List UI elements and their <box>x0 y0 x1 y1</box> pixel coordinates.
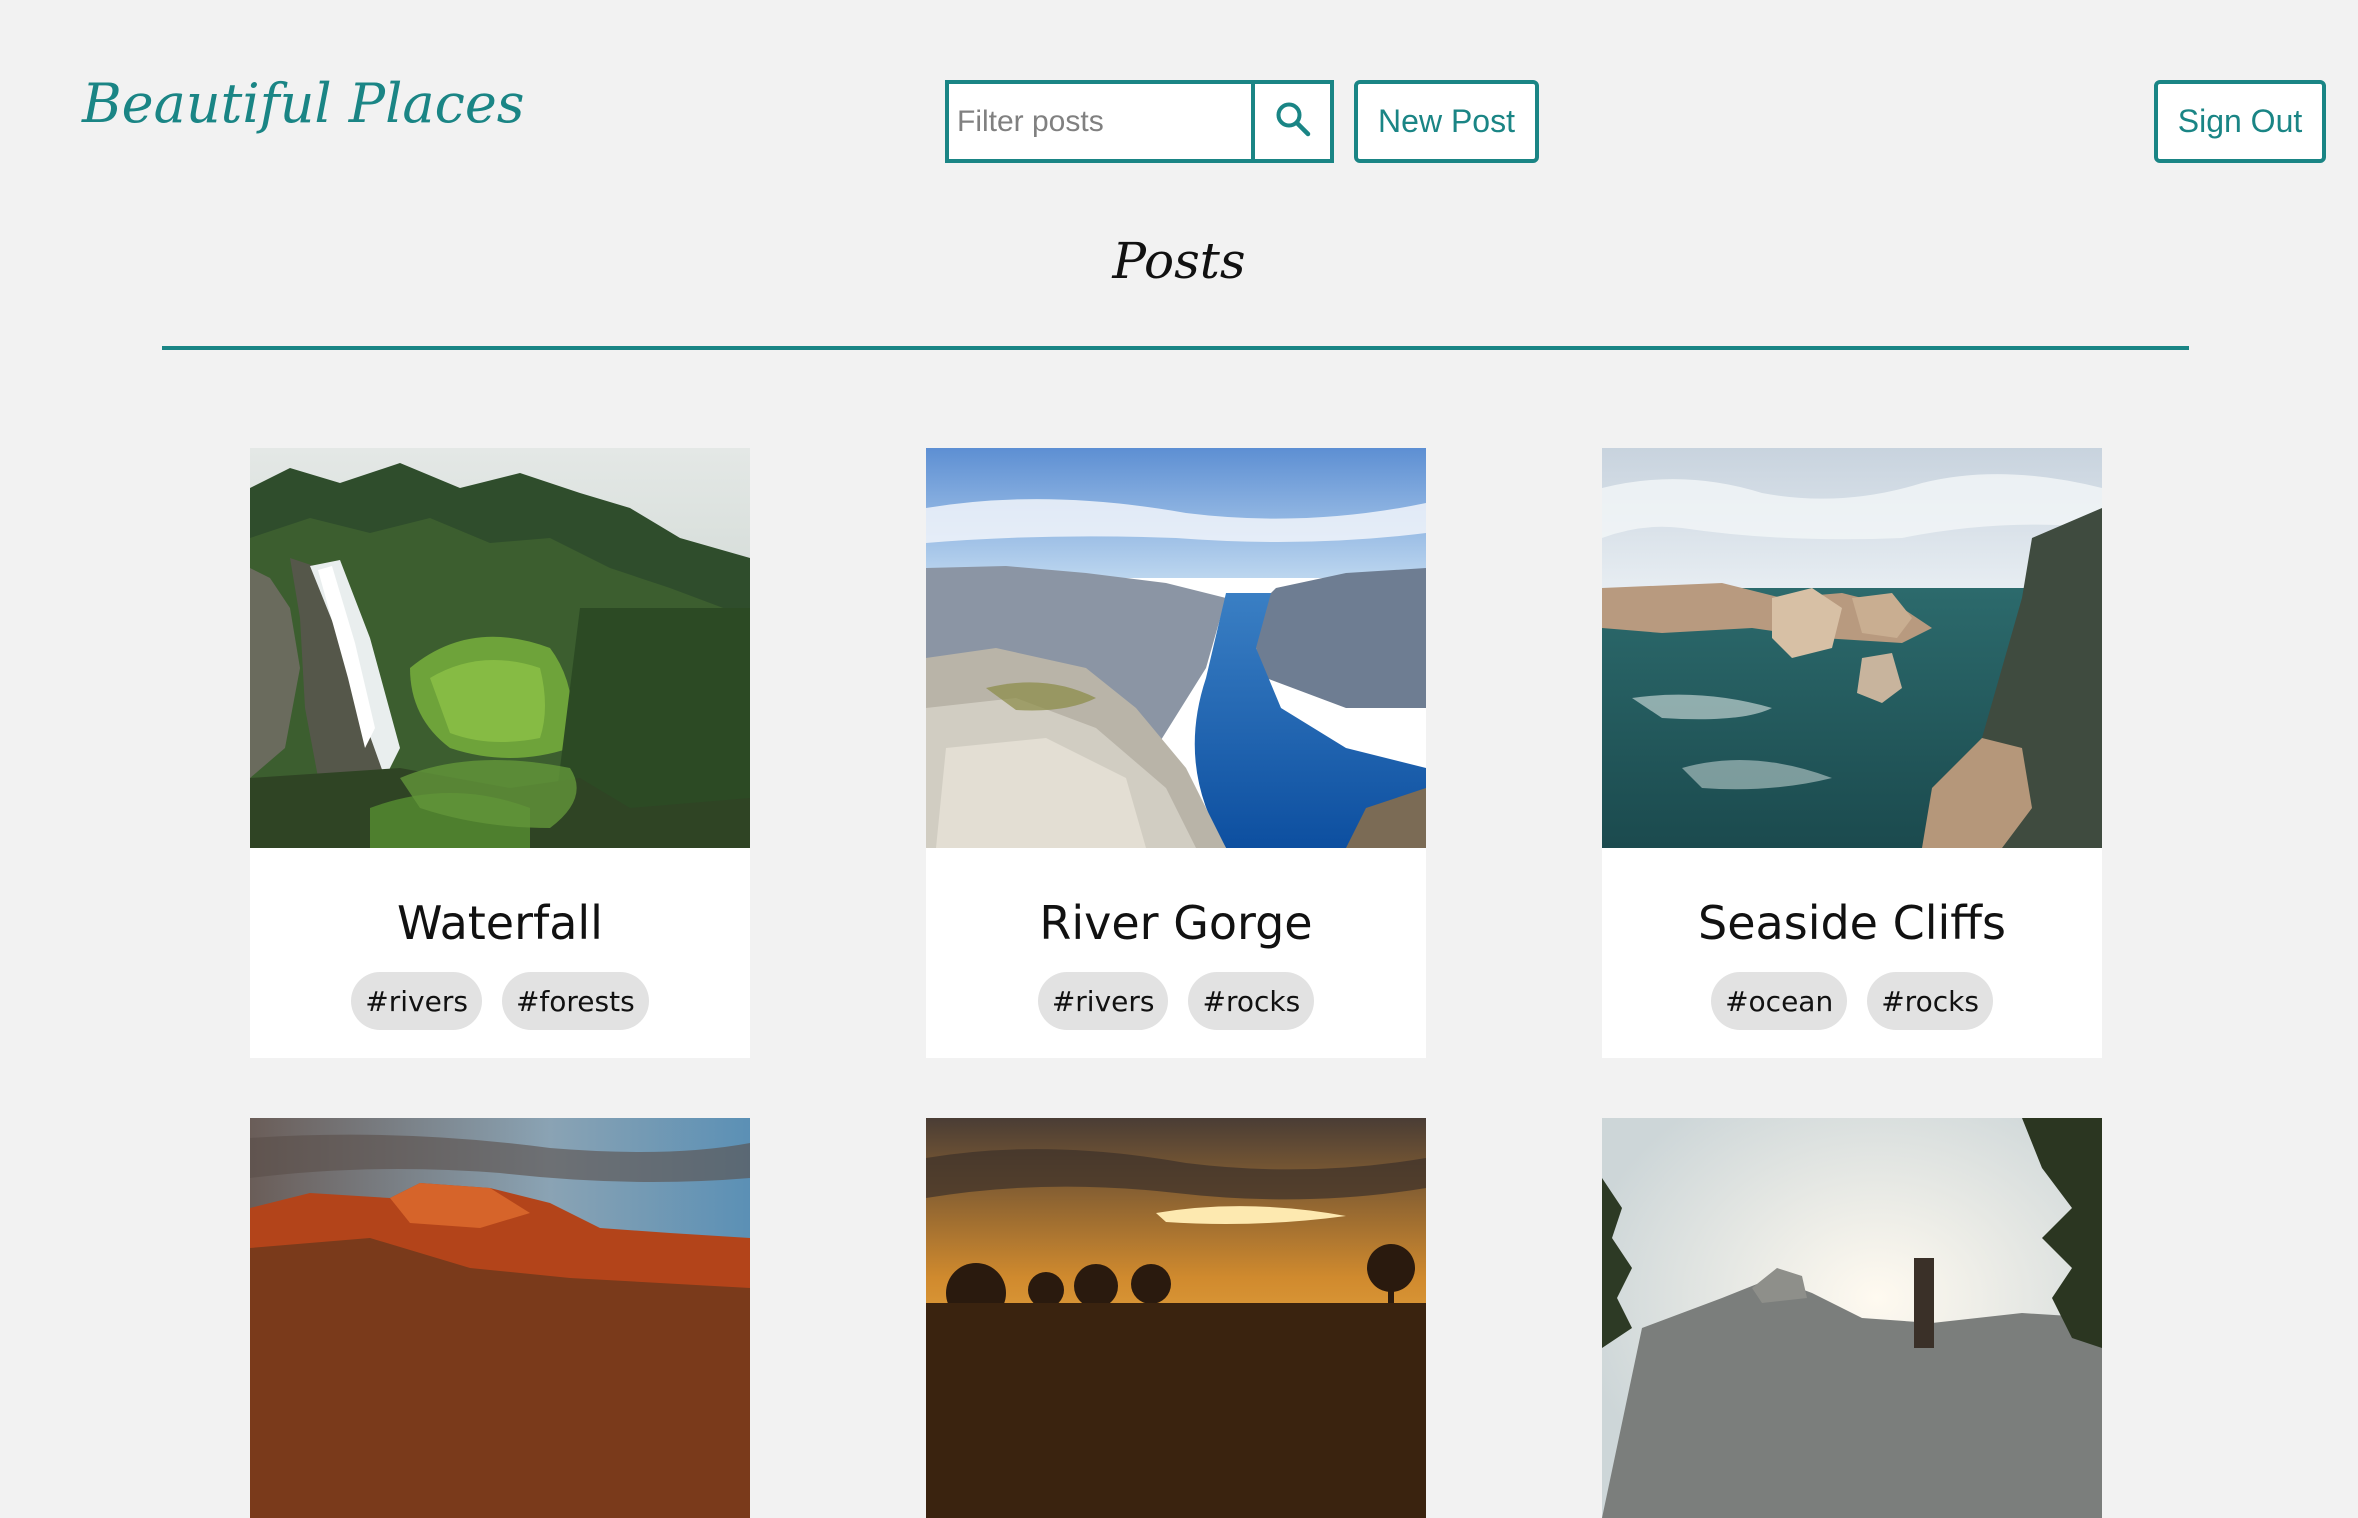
search-bar <box>945 80 1334 163</box>
post-card-sunset-trees[interactable] <box>926 1118 1426 1518</box>
tag-list: #rivers #rocks <box>926 972 1426 1030</box>
tag-chip[interactable]: #rocks <box>1867 972 1993 1030</box>
page-title: Posts <box>1112 232 1246 290</box>
sign-out-button[interactable]: Sign Out <box>2154 80 2326 163</box>
post-image-river-gorge[interactable] <box>926 448 1426 848</box>
tag-chip[interactable]: #ocean <box>1711 972 1848 1030</box>
post-image-sunset-trees[interactable] <box>926 1118 1426 1518</box>
brand-logo[interactable]: Beautiful Places <box>82 72 525 135</box>
tag-list: #rivers #forests <box>250 972 750 1030</box>
post-title: Seaside Cliffs <box>1698 896 2006 950</box>
post-title: Waterfall <box>397 896 603 950</box>
post-card-river-gorge[interactable]: River Gorge #rivers #rocks <box>926 448 1426 1058</box>
filter-posts-input[interactable] <box>945 80 1255 163</box>
post-card-red-rock-canyon[interactable] <box>250 1118 750 1518</box>
tag-chip[interactable]: #rocks <box>1188 972 1315 1030</box>
post-image-waterfall[interactable] <box>250 448 750 848</box>
new-post-button[interactable]: New Post <box>1354 80 1539 163</box>
post-card-seaside-cliffs[interactable]: Seaside Cliffs #ocean #rocks <box>1602 448 2102 1058</box>
search-button[interactable] <box>1255 80 1334 163</box>
post-title: River Gorge <box>1039 896 1313 950</box>
post-card-body: Waterfall #rivers #forests <box>250 848 750 1058</box>
post-card-valley-sunrise[interactable] <box>1602 1118 2102 1518</box>
post-image-valley-sunrise[interactable] <box>1602 1118 2102 1518</box>
tag-chip[interactable]: #rivers <box>351 972 482 1030</box>
search-icon <box>1274 100 1312 143</box>
post-card-body: Seaside Cliffs #ocean #rocks <box>1602 848 2102 1058</box>
post-image-red-rock-canyon[interactable] <box>250 1118 750 1518</box>
heading-divider <box>162 346 2189 350</box>
post-card-body: River Gorge #rivers #rocks <box>926 848 1426 1058</box>
post-image-seaside-cliffs[interactable] <box>1602 448 2102 848</box>
tag-list: #ocean #rocks <box>1602 972 2102 1030</box>
tag-chip[interactable]: #rivers <box>1037 972 1169 1030</box>
post-card-waterfall[interactable]: Waterfall #rivers #forests <box>250 448 750 1058</box>
tag-chip[interactable]: #forests <box>501 972 649 1030</box>
